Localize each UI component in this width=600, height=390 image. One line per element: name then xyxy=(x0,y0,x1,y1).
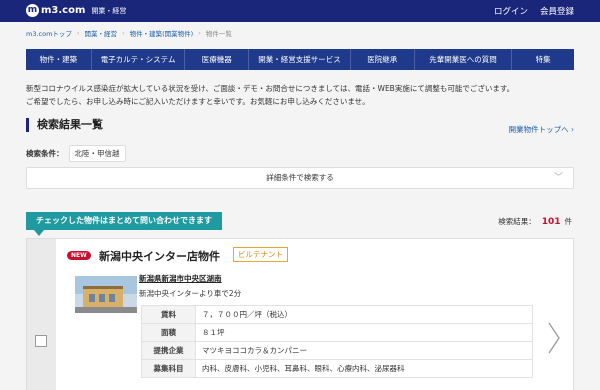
nav-item-bukken[interactable]: 物件・建築 xyxy=(26,49,92,70)
table-row: 募集科目 内科、皮膚科、小児科、耳鼻科、眼科、心療内科、泌尿器科 xyxy=(141,359,533,378)
login-link[interactable]: ログイン xyxy=(494,5,528,17)
property-info-table: 賃料 ７，７００円／坪（税込） 面積 ８１坪 提携企業 マツキヨココカラ＆カンパ… xyxy=(141,305,533,378)
m3-logo[interactable]: m m3.com 開業・経営 xyxy=(26,4,126,17)
detail-search-label: 詳細条件で検索する xyxy=(266,173,334,182)
bulk-inquiry-banner: チェックした物件はまとめて問い合わせできます xyxy=(26,212,222,236)
notice-line-1: 新型コロナウイルス感染症が拡大している状況を受け、ご面談・デモ・お問合せにつきま… xyxy=(26,84,515,93)
breadcrumb-item-kaigyo[interactable]: 開業・経営 xyxy=(85,28,118,38)
nav-item-questions[interactable]: 先輩開業医への質問 xyxy=(415,49,513,70)
chevron-right-icon[interactable] xyxy=(547,321,561,355)
top-header: m m3.com 開業・経営 ログイン 会員登録 xyxy=(0,0,600,22)
property-checkbox[interactable] xyxy=(35,335,47,347)
result-count: 検索結果： 101 件 xyxy=(498,216,572,227)
row-label-rent: 賃料 xyxy=(141,305,196,324)
logo-text: m3.com xyxy=(41,5,86,16)
property-address[interactable]: 新潟県新潟市中央区湖南 xyxy=(139,273,222,284)
covid-notice: 新型コロナウイルス感染症が拡大している状況を受け、ご面談・デモ・お問合せにつきま… xyxy=(26,82,586,108)
table-row: 賃料 ７，７００円／坪（税込） xyxy=(141,305,533,324)
row-value-area: ８１坪 xyxy=(195,323,533,342)
nav-item-emr[interactable]: 電子カルテ・システム xyxy=(92,49,186,70)
row-label-departments: 募集科目 xyxy=(141,359,196,378)
m3-logo-icon: m xyxy=(26,4,39,17)
table-row: 提携企業 マツキヨココカラ＆カンパニー xyxy=(141,341,533,360)
chevron-right-icon: › xyxy=(198,29,201,37)
condition-tag: 北陸・甲信越 xyxy=(68,145,126,162)
tenant-type-badge: ビルテナント xyxy=(233,247,288,262)
nav-item-support[interactable]: 開業・経営支援サービス xyxy=(249,49,351,70)
conditions-label: 検索条件： xyxy=(26,149,64,158)
table-row: 面積 ８１坪 xyxy=(141,323,533,342)
result-count-number: 101 xyxy=(541,217,561,227)
main-nav: 物件・建築 電子カルテ・システム 医療機器 開業・経営支援サービス 医院継承 先… xyxy=(26,49,574,70)
chevron-right-icon: › xyxy=(76,29,80,37)
row-label-area: 面積 xyxy=(141,323,196,342)
notice-line-2: ご希望でしたら、お申し込み時にご記入いただけますと幸いです。お気軽にお申し込みく… xyxy=(26,97,370,106)
row-value-partner: マツキヨココカラ＆カンパニー xyxy=(195,341,533,360)
result-count-label: 検索結果： xyxy=(498,217,536,226)
row-value-rent: ７，７００円／坪（税込） xyxy=(195,305,533,324)
logo-section-label: 開業・経営 xyxy=(91,6,127,15)
nav-item-succession[interactable]: 医院継承 xyxy=(351,49,415,70)
bukken-top-link[interactable]: 開業物件トップへ › xyxy=(509,124,574,135)
search-conditions: 検索条件： 北陸・甲信越 xyxy=(26,145,126,162)
result-count-unit: 件 xyxy=(564,217,573,226)
breadcrumb-item-m3-top[interactable]: m3.comトップ xyxy=(26,28,72,38)
detail-search-button[interactable]: 詳細条件で検索する ﹀ xyxy=(26,167,574,189)
row-label-partner: 提携企業 xyxy=(141,341,196,360)
row-value-departments: 内科、皮膚科、小児科、耳鼻科、眼科、心療内科、泌尿器科 xyxy=(195,359,533,378)
breadcrumb-item-bukken[interactable]: 物件・建築(開業物件) xyxy=(130,28,194,38)
chevron-down-icon: ﹀ xyxy=(553,173,563,183)
checkbox-column xyxy=(27,239,56,390)
property-photo[interactable] xyxy=(75,276,137,313)
page-title: 検索結果一覧 xyxy=(26,118,103,132)
breadcrumb: m3.comトップ › 開業・経営 › 物件・建築(開業物件) › 物件一覧 xyxy=(26,28,232,38)
nav-item-equipment[interactable]: 医療機器 xyxy=(185,49,250,70)
breadcrumb-item-current: 物件一覧 xyxy=(205,30,232,38)
chevron-right-icon: › xyxy=(122,29,125,37)
new-badge: NEW xyxy=(67,251,91,260)
register-link[interactable]: 会員登録 xyxy=(540,5,574,17)
header-links: ログイン 会員登録 xyxy=(494,5,574,17)
nav-item-features[interactable]: 特集 xyxy=(512,49,574,70)
property-title[interactable]: 新潟中央インター店物件 xyxy=(99,248,220,264)
property-card: NEW 新潟中央インター店物件 ビルテナント 新潟県新潟市中央区湖南 新潟中央イ… xyxy=(26,238,574,390)
property-access: 新潟中央インターより車で2分 xyxy=(139,289,242,298)
